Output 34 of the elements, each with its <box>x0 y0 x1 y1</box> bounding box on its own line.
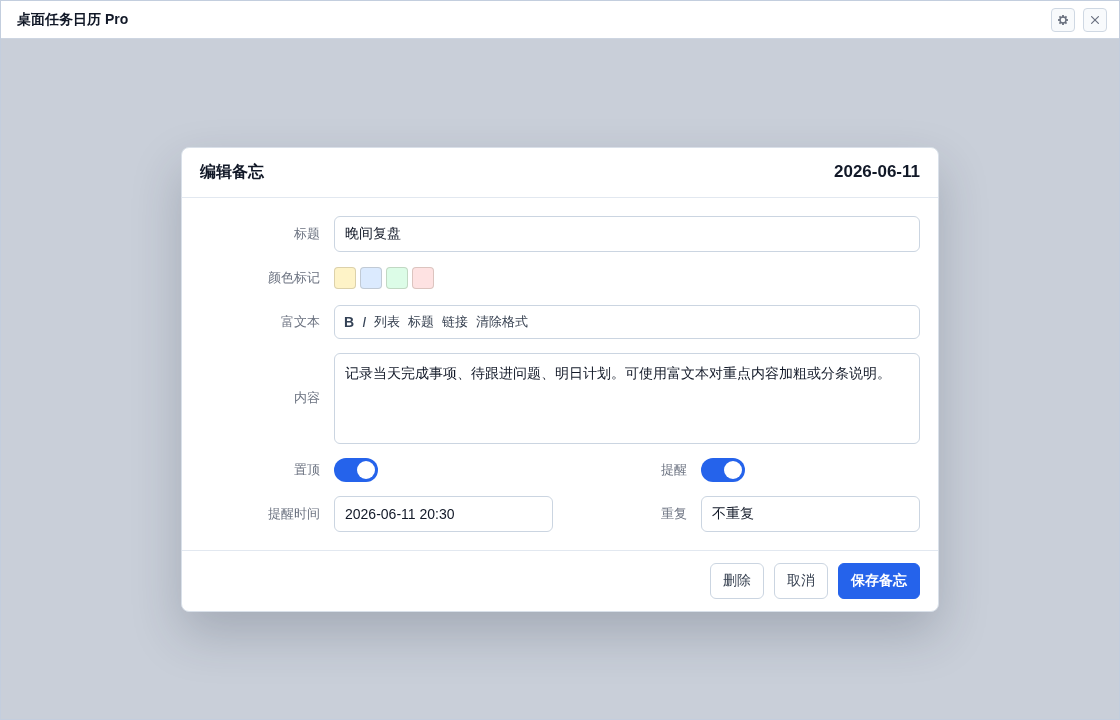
dialog-title: 编辑备忘 <box>200 161 264 182</box>
field-label: 内容 <box>294 389 320 407</box>
close-icon <box>1091 15 1099 24</box>
color-swatch[interactable] <box>360 267 382 289</box>
color-swatch[interactable] <box>412 267 434 289</box>
text-input[interactable]: 不重复 <box>701 495 920 532</box>
field-label: 重复 <box>661 504 687 523</box>
toolbar-button[interactable]: 标题 <box>407 312 435 331</box>
toolbar-button[interactable]: 链接 <box>441 312 469 331</box>
toolbar-button[interactable]: 清除格式 <box>475 312 529 331</box>
color-swatch[interactable] <box>386 267 408 289</box>
toolbar-button[interactable]: B <box>343 313 356 330</box>
content-textarea[interactable]: 记录当天完成事项、待跟进问题、明日计划。可使用富文本对重点内容加粗或分条说明。 <box>334 352 920 444</box>
save-button[interactable]: 保存备忘 <box>838 562 920 599</box>
toggle-switch[interactable] <box>701 457 745 482</box>
color-swatch[interactable] <box>334 267 356 289</box>
field-label: 标题 <box>294 224 320 243</box>
close-button[interactable] <box>1083 7 1107 32</box>
toggle-switch[interactable] <box>334 457 378 482</box>
field-label: 富文本 <box>281 312 320 331</box>
field-label: 提醒时间 <box>268 504 320 523</box>
window-title: 桌面任务日历 Pro <box>17 10 129 29</box>
settings-button[interactable] <box>1051 7 1075 32</box>
toolbar-button[interactable]: I <box>361 313 367 330</box>
field-label: 提醒 <box>661 460 687 479</box>
settings-icon <box>1058 14 1068 25</box>
text-input[interactable]: 2026-06-11 20:30 <box>334 495 553 532</box>
text-input[interactable]: 晚间复盘 <box>334 215 920 252</box>
field-label: 颜色标记 <box>268 269 320 287</box>
dialog-button[interactable]: 删除 <box>710 562 764 599</box>
dialog-date: 2026-06-11 <box>833 162 920 182</box>
toolbar-button[interactable]: 列表 <box>373 312 401 331</box>
field-label: 置顶 <box>294 460 320 479</box>
dialog-button[interactable]: 取消 <box>774 562 828 599</box>
